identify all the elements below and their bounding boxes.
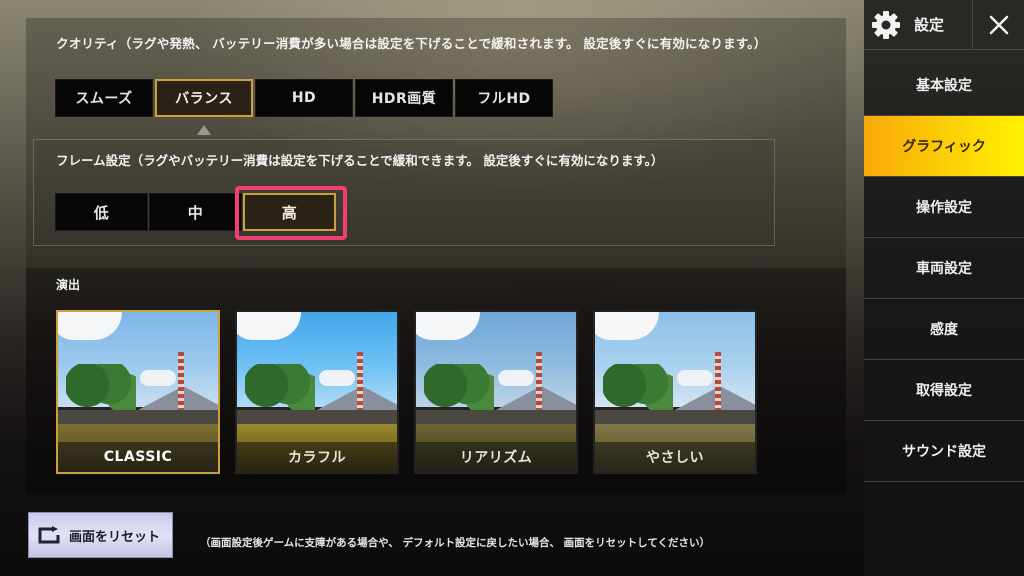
sidebar-item-controls[interactable]: 操作設定 [864,177,1024,238]
effect-caption: カラフル [237,442,397,472]
reset-note: （画面設定後ゲームに支障がある場合や、 デフォルト設定に戻したい場合、 画面をリ… [200,537,711,549]
sidebar-item-basic[interactable]: 基本設定 [864,55,1024,116]
sidebar-item-graphics[interactable]: グラフィック [864,116,1024,177]
effect-caption: やさしい [595,442,755,472]
quality-option-full-hd[interactable]: フルHD [455,79,553,117]
effects-label: 演出 [56,278,81,292]
sidebar-header: 設定 [864,0,1024,50]
sidebar-item-sensitivity[interactable]: 感度 [864,299,1024,360]
reset-button-label: 画面をリセット [69,529,161,545]
quality-option-hdr[interactable]: HDR画質 [355,79,453,117]
close-icon [989,15,1008,34]
quality-option-balanced[interactable]: バランス [155,79,253,117]
frame-option-low[interactable]: 低 [55,193,148,231]
frame-label: フレーム設定（ラグやバッテリー消費は設定を下げることで緩和できます。 設定後すぐ… [56,153,664,168]
selection-pointer-icon [197,125,211,135]
effect-option-soft[interactable]: やさしい [593,310,757,474]
effect-caption: CLASSIC [58,442,218,472]
settings-title: 設定 [914,16,945,34]
quality-selector: スムーズ バランス HD HDR画質 フルHD [55,79,553,117]
close-button[interactable] [973,0,1024,50]
effect-option-colorful[interactable]: カラフル [235,310,399,474]
effect-option-realism[interactable]: リアリズム [414,310,578,474]
effects-selector: CLASSIC カラフル リアリズム やさしい [56,310,757,474]
frame-selector: 低 中 高 [55,193,336,231]
frame-option-medium[interactable]: 中 [149,193,242,231]
quality-label: クオリティ（ラグや発熱、 バッテリー消費が多い場合は設定を下げることで緩和されま… [56,36,767,51]
sidebar-item-pickup[interactable]: 取得設定 [864,360,1024,421]
quality-option-smooth[interactable]: スムーズ [55,79,153,117]
settings-title-block: 設定 [864,0,973,50]
reset-screen-button[interactable]: 画面をリセット [28,512,173,558]
sidebar-menu: 基本設定 グラフィック 操作設定 車両設定 感度 取得設定 サウンド設定 [864,55,1024,482]
quality-option-hd[interactable]: HD [255,79,353,117]
frame-option-high[interactable]: 高 [243,193,336,231]
gear-icon [864,10,908,40]
sidebar-item-vehicle[interactable]: 車両設定 [864,238,1024,299]
effect-option-classic[interactable]: CLASSIC [56,310,220,474]
effect-caption: リアリズム [416,442,576,472]
sidebar-item-sound[interactable]: サウンド設定 [864,421,1024,482]
reset-icon [37,526,61,544]
settings-sidebar: 設定 基本設定 グラフィック 操作設定 車両設定 感度 取得設定 サウンド設定 [864,0,1024,576]
